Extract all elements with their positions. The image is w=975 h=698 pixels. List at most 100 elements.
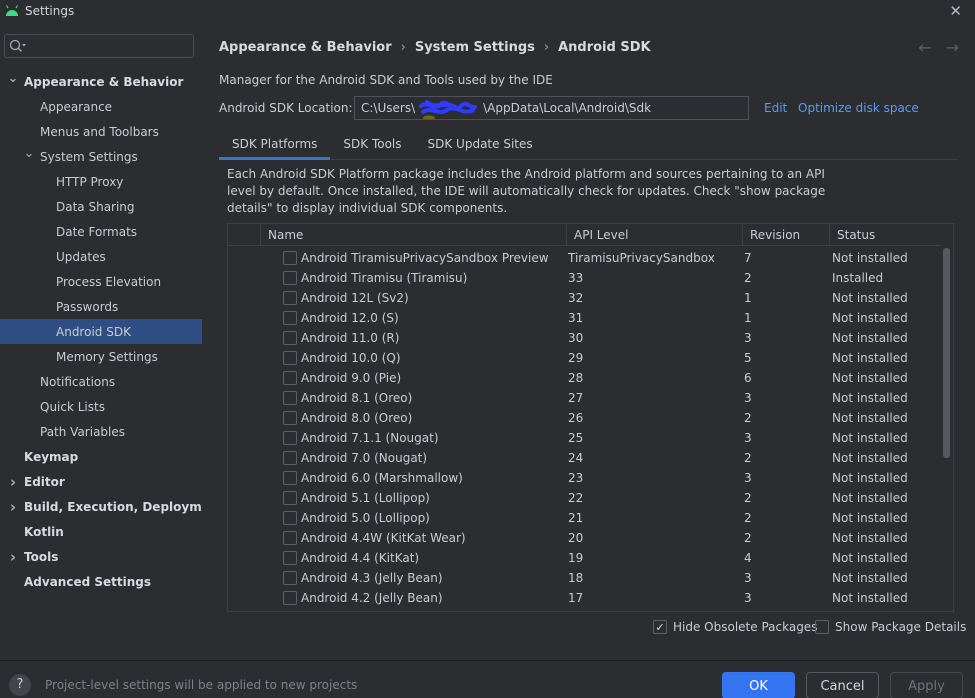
- sdk-location-field[interactable]: C:\Users\ \AppData\Local\Android\Sdk: [354, 96, 749, 120]
- table-row[interactable]: Android 4.3 (Jelly Bean) 18 3 Not installed: [228, 568, 941, 588]
- install-checkbox[interactable]: [283, 571, 297, 585]
- install-checkbox[interactable]: [283, 451, 297, 465]
- table-row[interactable]: Android 7.1.1 (Nougat) 25 3 Not installed: [228, 428, 941, 448]
- table-row[interactable]: Android Tiramisu (Tiramisu) 33 2 Installed: [228, 268, 941, 288]
- close-icon[interactable]: ✕: [949, 2, 962, 20]
- sidebar-item-memory-settings[interactable]: Memory Settings: [0, 344, 202, 369]
- column-header-revision[interactable]: Revision: [742, 224, 829, 246]
- tab-sdk-platforms[interactable]: SDK Platforms: [219, 132, 331, 160]
- cancel-button[interactable]: Cancel: [806, 672, 879, 698]
- hide-obsolete-option[interactable]: ✓ Hide Obsolete Packages: [653, 620, 817, 634]
- install-checkbox[interactable]: [283, 591, 297, 605]
- sidebar-item-http-proxy[interactable]: HTTP Proxy: [0, 169, 202, 194]
- install-checkbox[interactable]: [283, 371, 297, 385]
- sidebar-item-appearance-behavior[interactable]: ⌄ Appearance & Behavior: [0, 69, 202, 94]
- sidebar-item-kotlin[interactable]: Kotlin: [0, 519, 202, 544]
- chevron-right-icon[interactable]: ›: [8, 498, 18, 516]
- table-row[interactable]: Android 4.2 (Jelly Bean) 17 3 Not installed: [228, 588, 941, 608]
- install-checkbox[interactable]: [283, 251, 297, 265]
- column-header-name[interactable]: Name: [260, 224, 566, 246]
- tab-sdk-tools[interactable]: SDK Tools: [330, 132, 414, 160]
- install-checkbox[interactable]: [283, 391, 297, 405]
- install-checkbox[interactable]: [283, 351, 297, 365]
- table-row[interactable]: Android 8.1 (Oreo) 27 3 Not installed: [228, 388, 941, 408]
- install-checkbox[interactable]: [283, 311, 297, 325]
- sidebar-item-process-elevation[interactable]: Process Elevation: [0, 269, 202, 294]
- table-row[interactable]: Android 5.0 (Lollipop) 21 2 Not installed: [228, 508, 941, 528]
- settings-tree: ⌄ Appearance & Behavior Appearance Menus an…: [0, 69, 224, 594]
- chevron-down-icon[interactable]: ⌄: [8, 71, 19, 86]
- ok-button[interactable]: OK: [722, 672, 795, 698]
- sdk-platforms-description: Each Android SDK Platform package includ…: [227, 167, 826, 215]
- table-row[interactable]: Android 11.0 (R) 30 3 Not installed: [228, 328, 941, 348]
- sidebar-item-advanced-settings[interactable]: Advanced Settings: [0, 569, 202, 594]
- sidebar-item-label: Passwords: [56, 299, 119, 314]
- table-row[interactable]: Android 7.0 (Nougat) 24 2 Not installed: [228, 448, 941, 468]
- cell-revision: 2: [744, 451, 752, 465]
- edit-link[interactable]: Edit: [764, 101, 787, 115]
- sidebar-item-quick-lists[interactable]: Quick Lists: [0, 394, 202, 419]
- install-checkbox[interactable]: [283, 271, 297, 285]
- breadcrumb-item[interactable]: Appearance & Behavior: [219, 40, 392, 55]
- help-icon[interactable]: ?: [9, 674, 31, 696]
- chevron-right-icon[interactable]: ›: [8, 548, 18, 566]
- sidebar-item-android-sdk[interactable]: Android SDK: [0, 319, 202, 344]
- sidebar-item-menus-and-toolbars[interactable]: Menus and Toolbars: [0, 119, 202, 144]
- sidebar-item-date-formats[interactable]: Date Formats: [0, 219, 202, 244]
- sidebar-item-label: Date Formats: [56, 224, 138, 239]
- forward-arrow-icon[interactable]: →: [946, 38, 959, 57]
- column-header-status[interactable]: Status: [829, 224, 941, 246]
- install-checkbox[interactable]: [283, 531, 297, 545]
- search-input[interactable]: [4, 34, 194, 58]
- sidebar-item-updates[interactable]: Updates: [0, 244, 202, 269]
- table-row[interactable]: Android 9.0 (Pie) 28 6 Not installed: [228, 368, 941, 388]
- sidebar-item-label: Editor: [24, 474, 65, 489]
- table-row[interactable]: Android 4.4 (KitKat) 19 4 Not installed: [228, 548, 941, 568]
- table-row[interactable]: Android 12.0 (S) 31 1 Not installed: [228, 308, 941, 328]
- table-row[interactable]: Android 10.0 (Q) 29 5 Not installed: [228, 348, 941, 368]
- chevron-down-icon[interactable]: ⌄: [24, 146, 35, 161]
- back-arrow-icon[interactable]: ←: [918, 38, 931, 57]
- table-row[interactable]: Android 8.0 (Oreo) 26 2 Not installed: [228, 408, 941, 428]
- table-row[interactable]: Android 6.0 (Marshmallow) 23 3 Not installe…: [228, 468, 941, 488]
- show-details-option[interactable]: Show Package Details: [815, 620, 966, 634]
- sidebar-item-data-sharing[interactable]: Data Sharing: [0, 194, 202, 219]
- cell-name: Android 7.1.1 (Nougat): [301, 431, 439, 445]
- install-checkbox[interactable]: [283, 331, 297, 345]
- optimize-disk-space-link[interactable]: Optimize disk space: [798, 101, 919, 115]
- sidebar-item-tools[interactable]: › Tools: [0, 544, 202, 569]
- table-row[interactable]: Android TiramisuPrivacySandbox Preview Ti…: [228, 248, 941, 268]
- sidebar-item-notifications[interactable]: Notifications: [0, 369, 202, 394]
- install-checkbox[interactable]: [283, 511, 297, 525]
- install-checkbox[interactable]: [283, 471, 297, 485]
- install-checkbox[interactable]: [283, 291, 297, 305]
- install-checkbox[interactable]: [283, 551, 297, 565]
- breadcrumb-item[interactable]: System Settings: [415, 40, 535, 55]
- install-checkbox[interactable]: [283, 491, 297, 505]
- cell-name: Android 11.0 (R): [301, 331, 400, 345]
- cell-api-level: 29: [568, 351, 584, 365]
- hide-obsolete-checkbox[interactable]: ✓: [653, 620, 667, 634]
- apply-button[interactable]: Apply: [890, 672, 963, 698]
- show-details-checkbox[interactable]: [815, 620, 829, 634]
- sidebar-item-system-settings[interactable]: ⌄ System Settings: [0, 144, 202, 169]
- sidebar-item-editor[interactable]: › Editor: [0, 469, 202, 494]
- sidebar-item-keymap[interactable]: Keymap: [0, 444, 202, 469]
- install-checkbox[interactable]: [283, 411, 297, 425]
- install-checkbox[interactable]: [283, 431, 297, 445]
- sidebar-item-label: Notifications: [40, 374, 116, 389]
- sidebar-item-label: Keymap: [24, 449, 79, 464]
- sidebar-item-appearance[interactable]: Appearance: [0, 94, 202, 119]
- table-row[interactable]: Android 4.4W (KitKat Wear) 20 2 Not install…: [228, 528, 941, 548]
- sidebar-item-passwords[interactable]: Passwords: [0, 294, 202, 319]
- sidebar-item-build-execution-deployment[interactable]: › Build, Execution, Deployment: [0, 494, 224, 519]
- table-scrollbar[interactable]: [943, 248, 950, 458]
- cell-revision: 2: [744, 511, 752, 525]
- column-header-api-level[interactable]: API Level: [566, 224, 742, 246]
- tab-sdk-update-sites[interactable]: SDK Update Sites: [415, 132, 546, 160]
- sidebar-item-path-variables[interactable]: Path Variables: [0, 419, 202, 444]
- cell-name: Android 4.2 (Jelly Bean): [301, 591, 443, 605]
- chevron-right-icon[interactable]: ›: [8, 473, 18, 491]
- table-row[interactable]: Android 12L (Sv2) 32 1 Not installed: [228, 288, 941, 308]
- table-row[interactable]: Android 5.1 (Lollipop) 22 2 Not installed: [228, 488, 941, 508]
